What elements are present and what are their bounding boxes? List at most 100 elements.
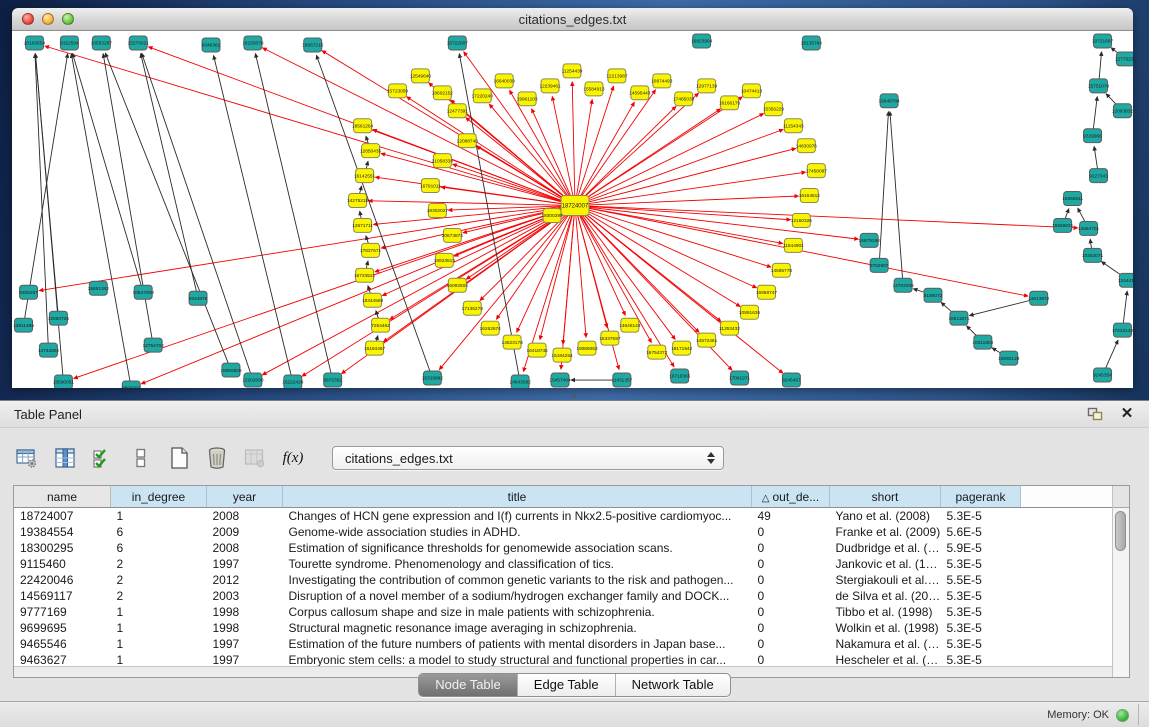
network-node[interactable]: 14595443 xyxy=(629,86,651,100)
network-node[interactable]: 12160326 xyxy=(791,213,813,227)
network-canvas[interactable]: 1872400715723059125496401860215212477391… xyxy=(12,31,1133,388)
table-row[interactable]: 1938455462009Genome-wide association stu… xyxy=(14,524,1120,540)
network-node[interactable]: 14613972 xyxy=(1028,291,1050,305)
network-edge[interactable] xyxy=(572,82,575,206)
table-row[interactable]: 1830029562008Estimation of significance … xyxy=(14,540,1120,556)
network-node[interactable]: 19721697 xyxy=(1092,34,1114,48)
network-node[interactable]: 17210143 xyxy=(1112,323,1133,337)
window-close-button[interactable] xyxy=(22,13,34,25)
network-node[interactable]: 9762907 xyxy=(870,258,889,272)
network-node[interactable]: 12776238 xyxy=(1115,52,1133,66)
network-node[interactable]: 20673874 xyxy=(442,228,464,242)
network-edge[interactable] xyxy=(39,206,575,291)
network-node[interactable]: 10253071 xyxy=(1082,248,1104,262)
network-edge[interactable] xyxy=(464,52,575,206)
column-header-title[interactable]: title xyxy=(283,486,752,508)
network-node[interactable]: 15851342 xyxy=(88,281,110,295)
network-node[interactable]: 12239461 xyxy=(539,79,561,93)
network-edge[interactable] xyxy=(489,104,575,205)
network-node[interactable]: 12444158 xyxy=(1118,273,1133,287)
network-node[interactable]: 10719365 xyxy=(669,369,691,383)
network-node[interactable]: 10411804 xyxy=(972,335,993,349)
network-node[interactable]: 10474413 xyxy=(741,84,763,98)
table-row[interactable]: 911546021997Tourette syndrome. Phenomeno… xyxy=(14,556,1120,572)
close-panel-icon[interactable]: ✕ xyxy=(1117,404,1137,424)
network-node[interactable]: 17135278 xyxy=(462,301,484,315)
network-node[interactable]: 18135764 xyxy=(801,36,823,50)
network-node[interactable]: 16791011 xyxy=(420,179,441,193)
network-node[interactable]: 16092504 xyxy=(447,278,469,292)
unselect-all-columns-button[interactable] xyxy=(128,445,154,471)
network-node[interactable]: 10553287 xyxy=(91,36,113,50)
tab-edge-table[interactable]: Edge Table xyxy=(517,674,615,696)
network-node[interactable]: 14523178 xyxy=(502,335,524,349)
network-node[interactable]: 16262674 xyxy=(480,321,502,335)
network-edge[interactable] xyxy=(575,206,1078,228)
network-edge[interactable] xyxy=(510,90,575,205)
network-node[interactable]: 15659831 xyxy=(1052,218,1074,232)
network-edge[interactable] xyxy=(103,54,153,345)
network-edge[interactable] xyxy=(453,164,575,205)
column-header-year[interactable]: year xyxy=(207,486,283,508)
table-row[interactable]: 946554611997Estimation of the future num… xyxy=(14,636,1120,652)
network-node[interactable]: 15270021 xyxy=(128,36,150,50)
network-node[interactable]: 17220240 xyxy=(472,89,494,103)
network-node[interactable]: 15056509 xyxy=(220,363,242,377)
select-all-columns-button[interactable] xyxy=(90,445,116,471)
network-node[interactable]: 9227343 xyxy=(1089,169,1108,183)
column-header-out_de[interactable]: △out_de... xyxy=(752,486,830,508)
network-node[interactable]: 9346381 xyxy=(202,38,221,52)
network-edge[interactable] xyxy=(575,206,756,288)
network-node[interactable]: 16337697 xyxy=(599,331,621,345)
network-edge[interactable] xyxy=(575,148,796,205)
network-node[interactable]: 16194467 xyxy=(364,341,386,355)
network-node[interactable]: 11431357 xyxy=(611,373,632,387)
network-node[interactable]: 12202090 xyxy=(242,373,264,387)
network-hub-node[interactable]: 18724007 xyxy=(561,196,589,216)
network-edge[interactable] xyxy=(575,102,634,205)
network-edge[interactable] xyxy=(575,106,676,205)
network-edge[interactable] xyxy=(890,112,903,286)
network-node[interactable]: 12213987 xyxy=(606,69,628,83)
network-node[interactable]: 11154343 xyxy=(783,119,804,133)
network-edge[interactable] xyxy=(575,129,783,205)
network-node[interactable]: 12977139 xyxy=(696,79,718,93)
network-node[interactable]: 18344559 xyxy=(362,293,384,307)
network-node[interactable]: 11254439 xyxy=(562,64,583,78)
network-node[interactable]: 16092128 xyxy=(998,351,1020,365)
network-node[interactable]: 16511871 xyxy=(948,311,969,325)
network-node[interactable]: 10974493 xyxy=(651,74,673,88)
network-node[interactable]: 10590051 xyxy=(53,375,75,388)
network-node[interactable]: 18602152 xyxy=(432,86,454,100)
network-edge[interactable] xyxy=(575,97,742,206)
splitter-grip[interactable]: ▾ xyxy=(568,394,580,401)
table-row[interactable]: 977716911998Corpus callosum shape and si… xyxy=(14,604,1120,620)
network-node[interactable]: 14572461 xyxy=(696,333,718,347)
network-node[interactable]: 10891636 xyxy=(739,305,761,319)
network-edge[interactable] xyxy=(381,154,575,206)
network-node[interactable]: 14275218 xyxy=(347,194,369,208)
network-edge[interactable] xyxy=(255,54,332,380)
network-node[interactable]: 16733521 xyxy=(354,268,376,282)
network-edge[interactable] xyxy=(142,53,253,380)
network-edge[interactable] xyxy=(575,100,592,206)
network-edge[interactable] xyxy=(45,46,575,205)
network-node[interactable]: 12754702 xyxy=(143,338,165,352)
network-node[interactable]: 16319992 xyxy=(422,371,444,385)
network-node[interactable]: 15956911 xyxy=(1062,192,1083,206)
network-edge[interactable] xyxy=(214,56,293,382)
network-node[interactable]: 15751074 xyxy=(1088,79,1110,93)
network-node[interactable]: 16879198 xyxy=(859,233,881,247)
network-node[interactable]: 9152594 xyxy=(60,36,79,50)
table-selector-dropdown[interactable]: citations_edges.txt xyxy=(332,446,724,470)
network-node[interactable]: 11544901 xyxy=(783,238,804,252)
window-zoom-button[interactable] xyxy=(62,13,74,25)
column-header-name[interactable]: name xyxy=(14,486,111,508)
network-node[interactable]: 18302027 xyxy=(427,204,449,218)
network-node[interactable]: 18957215 xyxy=(302,38,324,52)
network-node[interactable]: 12811496 xyxy=(13,318,34,332)
network-node[interactable]: 12684701 xyxy=(1078,221,1100,235)
network-node[interactable]: 9503792 xyxy=(122,381,141,388)
table-row[interactable]: 2242004622012Investigating the contribut… xyxy=(14,572,1120,588)
function-builder-button[interactable]: f(x) xyxy=(280,445,306,471)
